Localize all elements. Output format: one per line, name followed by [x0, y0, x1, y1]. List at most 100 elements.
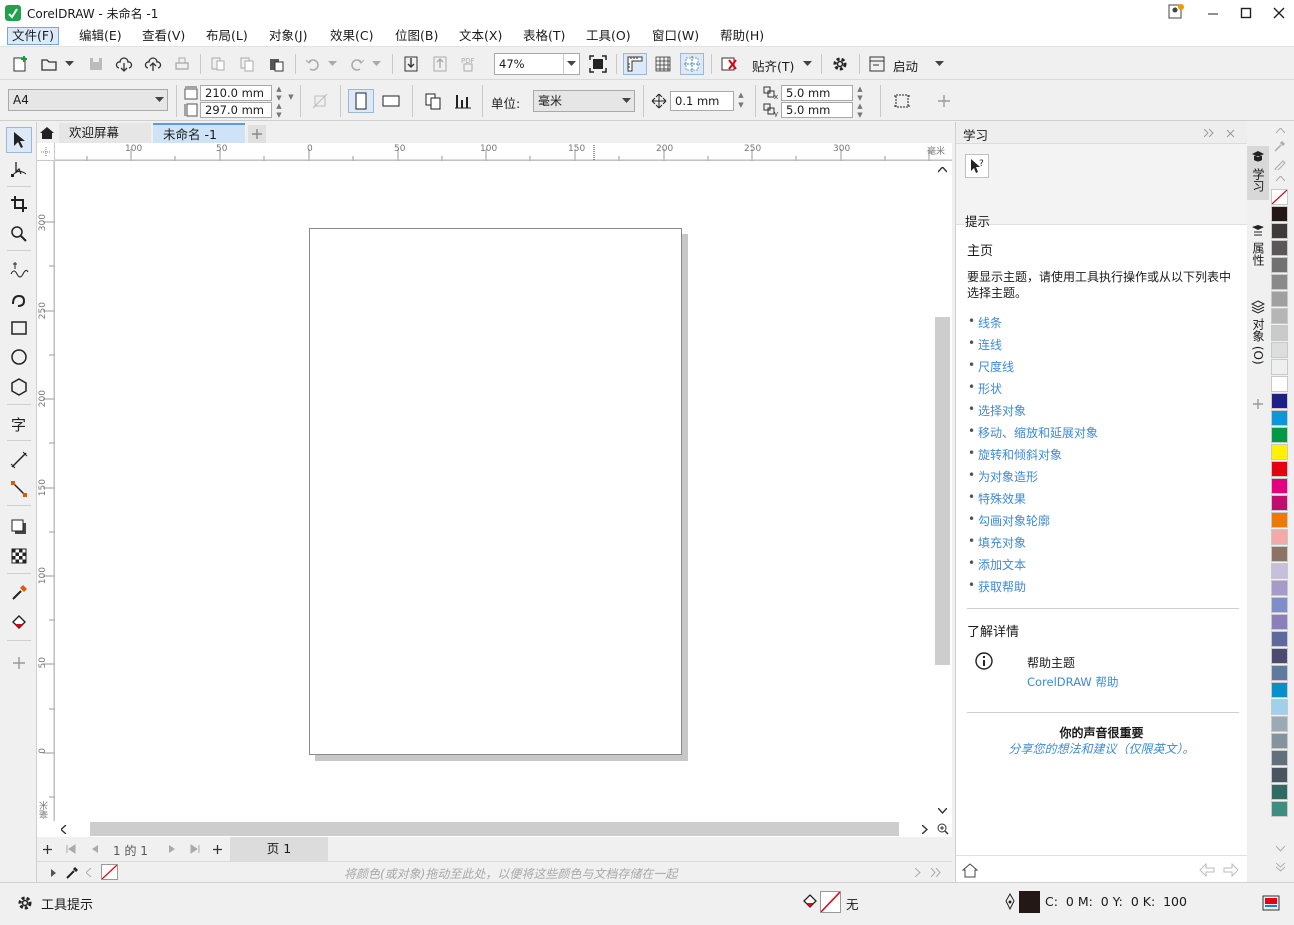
topic-link[interactable]: 勾画对象轮廓: [978, 512, 1050, 529]
menu-bitmaps[interactable]: 位图(B): [391, 27, 442, 45]
color-swatch[interactable]: [1271, 359, 1288, 375]
last-page-icon[interactable]: [187, 841, 203, 857]
color-swatch[interactable]: [1271, 733, 1288, 749]
horizontal-scroll-thumb[interactable]: [90, 822, 899, 836]
color-swatch[interactable]: [1271, 529, 1288, 545]
no-color-swatch[interactable]: [101, 864, 118, 880]
cloud-upload-icon[interactable]: [142, 54, 164, 74]
palette-eyedropper-icon[interactable]: [1273, 138, 1287, 154]
topic-link[interactable]: 获取帮助: [978, 578, 1026, 595]
color-swatch[interactable]: [1271, 631, 1288, 647]
dimension-tool-icon[interactable]: [6, 447, 32, 473]
undo-icon[interactable]: [302, 54, 324, 74]
palette-pen-icon[interactable]: [1273, 156, 1287, 172]
color-swatch[interactable]: [1271, 257, 1288, 273]
connector-tool-icon[interactable]: [6, 476, 32, 502]
topic-link[interactable]: 形状: [978, 380, 1002, 397]
tab-welcome-screen[interactable]: 欢迎屏幕: [59, 123, 151, 143]
launch-chevron-down-icon[interactable]: [932, 54, 946, 74]
color-swatch[interactable]: [1271, 665, 1288, 681]
height-spin-up-icon[interactable]: ▲: [273, 102, 285, 111]
menu-tools[interactable]: 工具(O): [582, 27, 635, 45]
vertical-scrollbar[interactable]: [933, 161, 952, 821]
snap-chevron-down-icon[interactable]: [800, 54, 814, 74]
document-page[interactable]: [309, 228, 682, 755]
show-guidelines-icon[interactable]: [680, 53, 704, 75]
application-launcher-icon[interactable]: [866, 53, 888, 75]
snap-to-menu[interactable]: 贴齐(T): [752, 56, 794, 75]
close-button[interactable]: [1262, 0, 1294, 25]
account-icon[interactable]: [1168, 4, 1184, 20]
color-swatch[interactable]: [1271, 801, 1288, 817]
artistic-media-tool-icon[interactable]: [6, 286, 32, 312]
cloud-download-icon[interactable]: [113, 54, 135, 74]
color-swatch[interactable]: [1271, 291, 1288, 307]
menu-edit[interactable]: 编辑(E): [75, 27, 126, 45]
size-lock-icon[interactable]: ▼: [285, 93, 297, 102]
docker-back-icon[interactable]: [1198, 861, 1216, 879]
page-orientation-lock-icon[interactable]: [308, 90, 332, 112]
next-page-icon[interactable]: [164, 841, 180, 857]
scroll-down-icon[interactable]: [935, 803, 950, 819]
vertical-ruler[interactable]: 300 250 200 150 100 50 0 毫米: [37, 161, 55, 821]
import-icon[interactable]: [400, 54, 422, 74]
color-swatch[interactable]: [1271, 767, 1288, 783]
menu-help[interactable]: 帮助(H): [716, 27, 768, 45]
scroll-left-icon[interactable]: [56, 821, 72, 837]
nudge-spin-down-icon[interactable]: ▼: [735, 101, 747, 110]
topic-link[interactable]: 特殊效果: [978, 490, 1026, 507]
palette-options-icon[interactable]: [929, 865, 943, 880]
color-swatch[interactable]: [1271, 223, 1288, 239]
topic-link[interactable]: 尺度线: [978, 358, 1014, 375]
text-tool-icon[interactable]: 字: [6, 411, 32, 437]
docker-collapse-icon[interactable]: [1201, 126, 1217, 140]
color-swatch[interactable]: [1271, 342, 1288, 358]
previous-page-icon[interactable]: [87, 841, 103, 857]
horizontal-scrollbar[interactable]: [37, 821, 952, 837]
vertical-scroll-thumb[interactable]: [935, 317, 950, 665]
color-swatch[interactable]: [1271, 682, 1288, 698]
color-swatch[interactable]: [1271, 563, 1288, 579]
tab-learn[interactable]: 学习: [1247, 146, 1269, 200]
rectangle-tool-icon[interactable]: [6, 315, 32, 341]
navigator-zoom-icon[interactable]: [935, 821, 951, 837]
show-grid-icon[interactable]: [652, 53, 674, 75]
snap-off-icon[interactable]: [718, 53, 742, 75]
paste-icon[interactable]: [265, 54, 287, 74]
docker-close-icon[interactable]: [1222, 126, 1238, 140]
cut-icon[interactable]: [207, 54, 229, 74]
color-swatch[interactable]: [1271, 376, 1288, 392]
color-swatch[interactable]: [1271, 274, 1288, 290]
new-document-icon[interactable]: [10, 54, 32, 74]
tab-objects[interactable]: 对象 (O): [1247, 296, 1269, 368]
undo-dropdown-icon[interactable]: [325, 54, 339, 74]
topic-link[interactable]: 旋转和倾斜对象: [978, 446, 1062, 463]
home-icon[interactable]: [37, 123, 57, 143]
help-link[interactable]: CorelDRAW 帮助: [1027, 674, 1118, 690]
color-swatch[interactable]: [1271, 784, 1288, 800]
menu-view[interactable]: 查看(V): [138, 27, 189, 45]
copy-icon[interactable]: [236, 54, 258, 74]
menu-effects[interactable]: 效果(C): [326, 27, 377, 45]
ellipse-tool-icon[interactable]: [6, 344, 32, 370]
first-page-icon[interactable]: [63, 841, 79, 857]
show-rulers-icon[interactable]: [623, 53, 647, 75]
swatch-none[interactable]: [1271, 189, 1288, 205]
add-page-before-icon[interactable]: [39, 841, 55, 857]
color-swatch[interactable]: [1271, 427, 1288, 443]
color-swatch[interactable]: [1271, 495, 1288, 511]
color-swatch[interactable]: [1271, 325, 1288, 341]
all-pages-icon[interactable]: [420, 89, 446, 113]
menu-table[interactable]: 表格(T): [519, 27, 569, 45]
crop-tool-icon[interactable]: [6, 191, 32, 217]
color-swatch[interactable]: [1271, 750, 1288, 766]
docker-forward-icon[interactable]: [1222, 861, 1240, 879]
minimize-button[interactable]: [1196, 0, 1230, 25]
print-icon[interactable]: [171, 54, 193, 74]
duplicate-x-field[interactable]: 5.0 mm: [781, 85, 853, 101]
save-icon[interactable]: [85, 54, 107, 74]
portrait-icon[interactable]: [348, 89, 374, 113]
palette-scroll-up-icon[interactable]: [1273, 125, 1287, 137]
color-swatch[interactable]: [1271, 580, 1288, 596]
palette-collapse-icon[interactable]: [1273, 172, 1287, 186]
